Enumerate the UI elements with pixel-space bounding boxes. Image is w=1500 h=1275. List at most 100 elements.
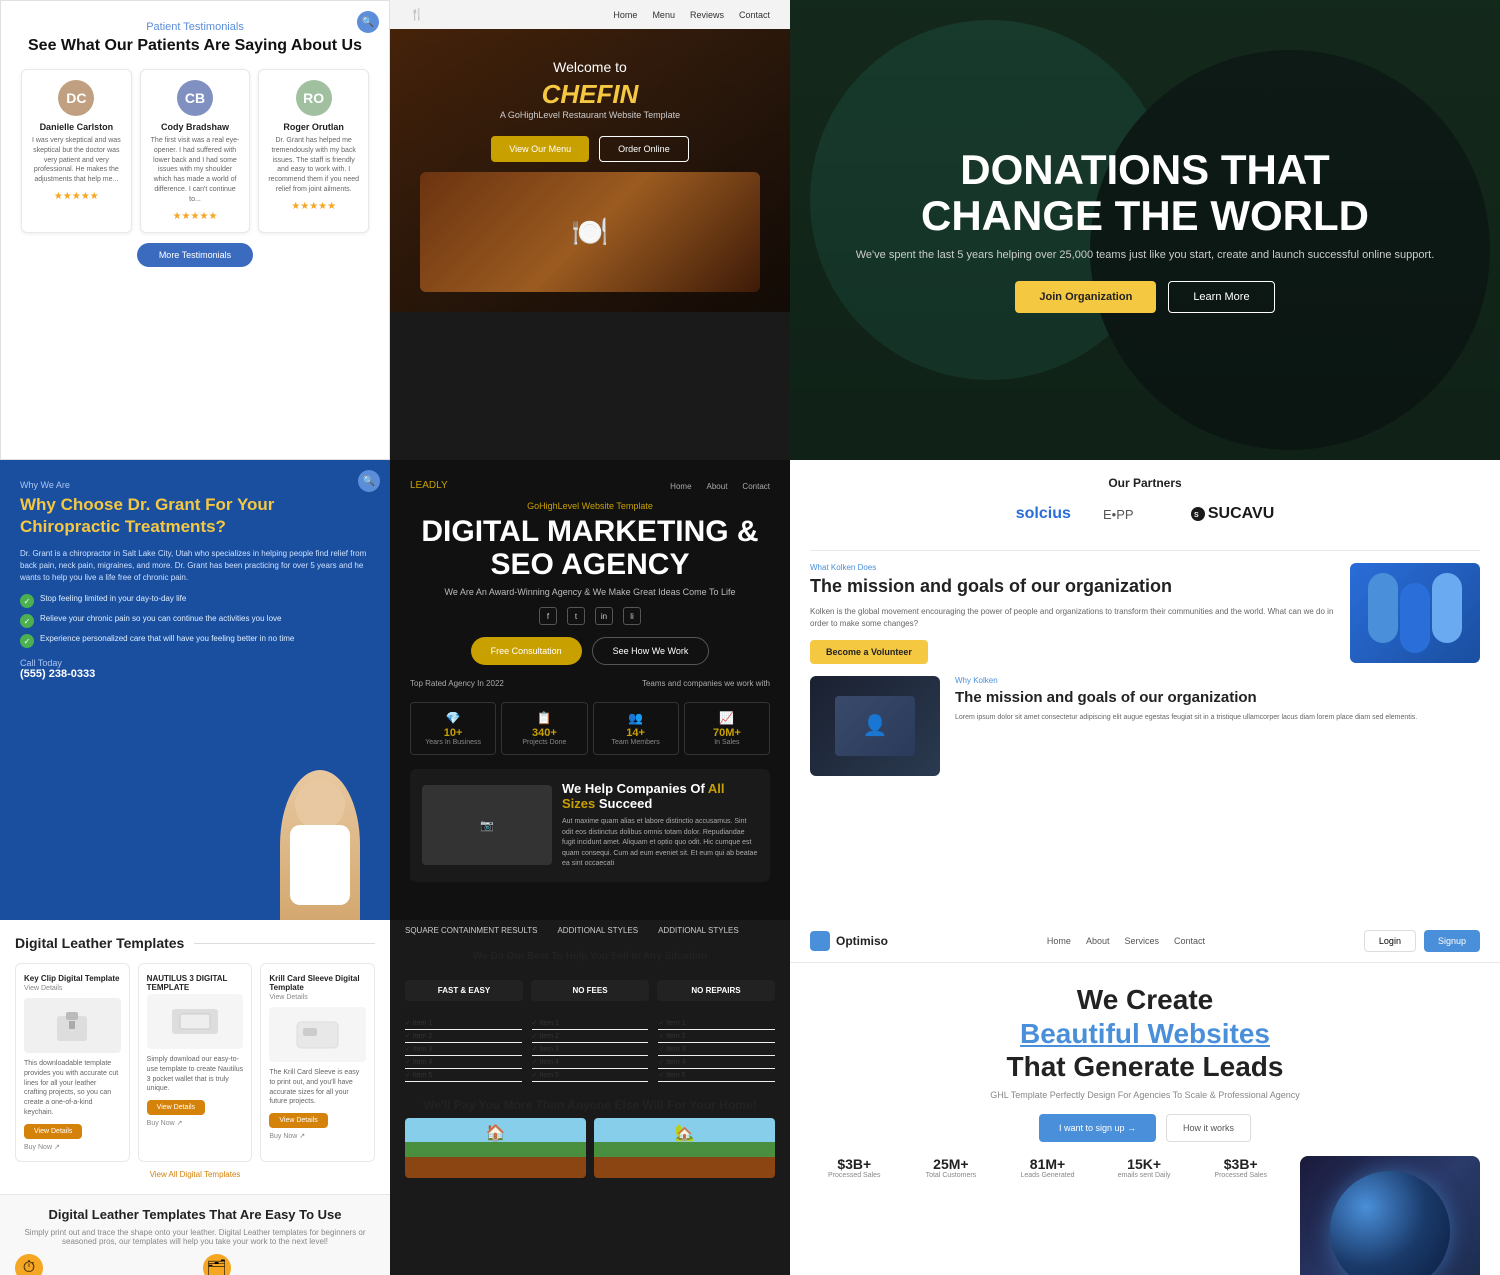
- partner-logos: solcius Ε•ΡΡ S SUCAVU: [810, 502, 1480, 526]
- chefin-menu-button[interactable]: View Our Menu: [491, 136, 589, 162]
- marketing-buttons: Free Consultation See How We Work: [410, 637, 770, 665]
- how-it-works-button[interactable]: How it works: [1166, 1114, 1251, 1142]
- mission-team-image: [1350, 563, 1480, 663]
- avatar-1: DC: [58, 80, 94, 116]
- leather-section2-sub: Simply print out and trace the shape ont…: [15, 1228, 375, 1246]
- mission-text: What Kolken Does The mission and goals o…: [810, 563, 1335, 664]
- chefin-nav: 🍴 Home Menu Reviews Contact: [390, 0, 790, 29]
- re-item-2-5: ✓ Item 5: [532, 1069, 649, 1082]
- instagram-icon[interactable]: in: [595, 607, 613, 625]
- leather-card-btn-3[interactable]: View Details: [269, 1113, 327, 1128]
- partners-section: Our Partners solcius Ε•ΡΡ S SUCAVU: [790, 460, 1500, 550]
- how-we-work-button[interactable]: See How We Work: [592, 637, 710, 665]
- opt-nav-home[interactable]: Home: [1047, 936, 1071, 946]
- testimonials-label: Patient Testimonials: [21, 21, 369, 33]
- marketing-nav-home[interactable]: Home: [670, 482, 691, 491]
- consultation-button[interactable]: Free Consultation: [471, 637, 582, 665]
- wc-stat-label-4: emails sent Daily: [1100, 1172, 1189, 1179]
- signup-cta-button[interactable]: I want to sign up →: [1039, 1114, 1156, 1142]
- stat-sales: 📈 70M+ In Sales: [684, 702, 770, 755]
- globe-sphere: [1330, 1171, 1450, 1275]
- leather-top: Digital Leather Templates Key Clip Digit…: [0, 920, 390, 1194]
- view-all-templates-link[interactable]: View All Digital Templates: [15, 1170, 375, 1179]
- chiro-panel: 🔍 Why We Are Why Choose Dr. Grant For Yo…: [0, 460, 390, 920]
- search-icon[interactable]: 🔍: [357, 11, 379, 33]
- stat-years-num: 10+: [415, 727, 491, 739]
- donations-buttons: Join Organization Learn More: [1015, 281, 1274, 313]
- partners-title: Our Partners: [810, 476, 1480, 490]
- facebook-icon[interactable]: f: [539, 607, 557, 625]
- re-item-1-4: ✓ Item 4: [405, 1056, 522, 1069]
- chefin-nav-home[interactable]: Home: [613, 10, 637, 20]
- globe-image: [1300, 1156, 1480, 1275]
- testimonial-text-3: Dr. Grant has helped me tremendously wit…: [267, 136, 360, 195]
- wc-stat-num-4: 15K+: [1100, 1156, 1189, 1172]
- re-header-3: ADDITIONAL STYLES: [658, 926, 739, 935]
- testimonials-panel: 🔍 Patient Testimonials See What Our Pati…: [0, 0, 390, 460]
- marketing-nav-contact[interactable]: Contact: [742, 482, 770, 491]
- re-item-2-4: ✓ Item 4: [532, 1056, 649, 1069]
- chefin-panel: 🍴 Home Menu Reviews Contact Welcome to C…: [390, 0, 790, 460]
- signup-button[interactable]: Signup: [1424, 930, 1480, 952]
- companies-body: Aut maxime quam alias et labore distinct…: [562, 817, 758, 870]
- login-button[interactable]: Login: [1364, 930, 1416, 952]
- partner-logo-sucavu: S SUCAVU: [1191, 505, 1274, 523]
- chefin-nav-menu[interactable]: Menu: [652, 10, 675, 20]
- chefin-nav-reviews[interactable]: Reviews: [690, 10, 724, 20]
- optimiso-nav-buttons: Login Signup: [1364, 930, 1480, 952]
- chefin-order-button[interactable]: Order Online: [599, 136, 689, 162]
- chefin-nav-contact[interactable]: Contact: [739, 10, 770, 20]
- opt-nav-contact[interactable]: Contact: [1174, 936, 1205, 946]
- chiro-doctor-image: [260, 740, 380, 920]
- wc-stat-label-3: Leads Generated: [1003, 1172, 1092, 1179]
- opt-nav-about[interactable]: About: [1086, 936, 1110, 946]
- leather-divider-line: [194, 943, 375, 944]
- more-testimonials-button[interactable]: More Testimonials: [137, 243, 253, 267]
- linkedin-icon[interactable]: li: [623, 607, 641, 625]
- svg-text:S: S: [1194, 512, 1199, 519]
- re-item-1-2: ✓ Item 2: [405, 1030, 522, 1043]
- opt-nav-services[interactable]: Services: [1124, 936, 1159, 946]
- chiro-check-3: ✓ Experience personalized care that will…: [20, 634, 370, 648]
- wecreate-buttons: I want to sign up → How it works: [810, 1114, 1480, 1142]
- leather-panel: Digital Leather Templates Key Clip Digit…: [0, 920, 390, 1275]
- leather-img-1: [24, 998, 121, 1053]
- chiro-body: Dr. Grant is a chiropractor in Salt Lake…: [20, 548, 370, 584]
- wc-stat-num-3: 81M+: [1003, 1156, 1092, 1172]
- leather-bottom: Digital Leather Templates That Are Easy …: [0, 1194, 390, 1275]
- volunteer-button[interactable]: Become a Volunteer: [810, 640, 928, 664]
- re-item-1-1: ✓ Item 1: [405, 1017, 522, 1030]
- re-item-3-4: ✓ Item 4: [658, 1056, 775, 1069]
- wc-stat-4: 15K+ emails sent Daily: [1100, 1156, 1189, 1179]
- re-bottom: We'll Pay You More Than Anyone Else Will…: [390, 1090, 790, 1186]
- marketing-award-bar: Top Rated Agency In 2022 Teams and compa…: [410, 679, 770, 688]
- join-organization-button[interactable]: Join Organization: [1015, 281, 1156, 313]
- chefin-food-image: 🍽️: [420, 172, 760, 292]
- twitter-icon[interactable]: t: [567, 607, 585, 625]
- mission2-image: 👤: [810, 676, 940, 776]
- chiro-search-icon[interactable]: 🔍: [358, 470, 380, 492]
- projects-icon: 📋: [506, 711, 582, 725]
- stat-members-num: 14+: [598, 727, 674, 739]
- wc-stat-num-5: $3B+: [1196, 1156, 1285, 1172]
- check-icon-3: ✓: [20, 634, 34, 648]
- optimiso-navbar: Optimiso Home About Services Contact Log…: [790, 920, 1500, 963]
- donations-subtitle: We've spent the last 5 years helping ove…: [856, 249, 1435, 261]
- marketing-nav-about[interactable]: About: [707, 482, 728, 491]
- leather-card-btn-2[interactable]: View Details: [147, 1100, 205, 1115]
- re-item-2-2: ✓ Item 2: [532, 1030, 649, 1043]
- leather-card-sub-3: View Details: [269, 994, 366, 1001]
- re-sell-boxes: FAST & EASY NO FEES NO REPAIRS: [390, 972, 790, 1009]
- wc-stat-3: 81M+ Leads Generated: [1003, 1156, 1092, 1179]
- leather-card-title-2: NAUTILUS 3 DIGITAL TEMPLATE: [147, 974, 244, 992]
- wc-stat-num-2: 25M+: [907, 1156, 996, 1172]
- members-icon: 👥: [598, 711, 674, 725]
- marketing-tagline: GoHighLevel Website Template: [410, 501, 770, 511]
- learn-more-button[interactable]: Learn More: [1168, 281, 1274, 313]
- leather-card-title-1: Key Clip Digital Template: [24, 974, 121, 983]
- leather-card-btn-1[interactable]: View Details: [24, 1124, 82, 1139]
- marketing-award-text: Top Rated Agency In 2022: [410, 679, 504, 688]
- testimonial-text-2: The first visit was a real eye-opener. I…: [149, 136, 242, 205]
- optimiso-logo: Optimiso: [810, 931, 888, 951]
- re-house-2: 🏡: [594, 1118, 775, 1178]
